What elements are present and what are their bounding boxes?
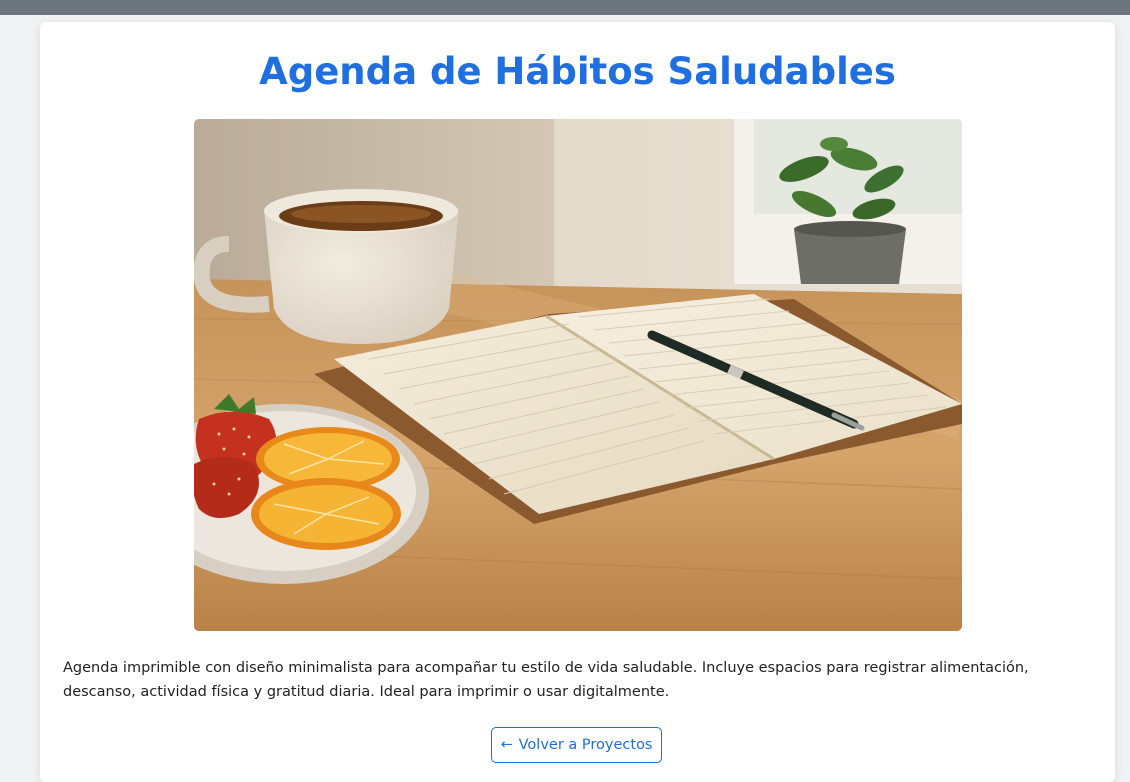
back-to-projects-button[interactable]: ← Volver a Proyectos: [491, 727, 662, 763]
project-description: Agenda imprimible con diseño minimalista…: [63, 660, 1029, 700]
project-image: [194, 119, 962, 631]
top-bar: [0, 0, 1130, 15]
back-button-label: Volver a Proyectos: [518, 737, 653, 753]
page-title: Agenda de Hábitos Saludables: [259, 50, 896, 93]
project-card: Agenda de Hábitos Saludables Agenda impr…: [40, 22, 1115, 782]
arrow-left-icon: ←: [500, 737, 513, 753]
